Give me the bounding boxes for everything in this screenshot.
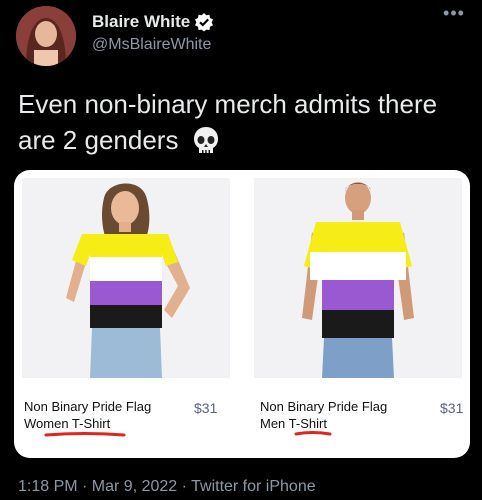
tweet-meta[interactable]: 1:18 PM · Mar 9, 2022 · Twitter for iPho… [18, 478, 316, 496]
product-price-women: $31 [194, 400, 218, 416]
product-photo-women [22, 178, 230, 378]
product-name-men[interactable]: Non Binary Pride Flag Men T-Shirt [260, 398, 390, 432]
product-price-men: $31 [440, 400, 464, 416]
product-card-women[interactable]: Non Binary Pride Flag Women T-Shirt $31 [14, 170, 242, 458]
tweet-text-content: Even non-binary merch admits there are 2… [18, 89, 438, 155]
product-name-women[interactable]: Non Binary Pride Flag Women T-Shirt [24, 398, 174, 432]
author-name[interactable]: Blaire White [92, 12, 190, 32]
red-underline-men [294, 431, 332, 436]
verified-badge-icon [195, 13, 213, 32]
avatar[interactable] [16, 6, 76, 66]
tweet-text: Even non-binary merch admits there are 2… [18, 86, 458, 158]
author-handle[interactable]: @MsBlaireWhite [92, 36, 211, 54]
skull-icon [193, 127, 218, 153]
red-underline-women [44, 432, 126, 437]
product-card-men[interactable]: Non Binary Pride Flag Men T-Shirt $31 [242, 170, 470, 458]
women-model-image [22, 178, 230, 378]
men-model-image [254, 178, 462, 378]
more-options-icon[interactable]: ••• [441, 4, 467, 24]
tweet-media[interactable]: Non Binary Pride Flag Women T-Shirt $31 [14, 170, 470, 458]
product-photo-men [254, 178, 462, 378]
avatar-photo [16, 6, 76, 66]
